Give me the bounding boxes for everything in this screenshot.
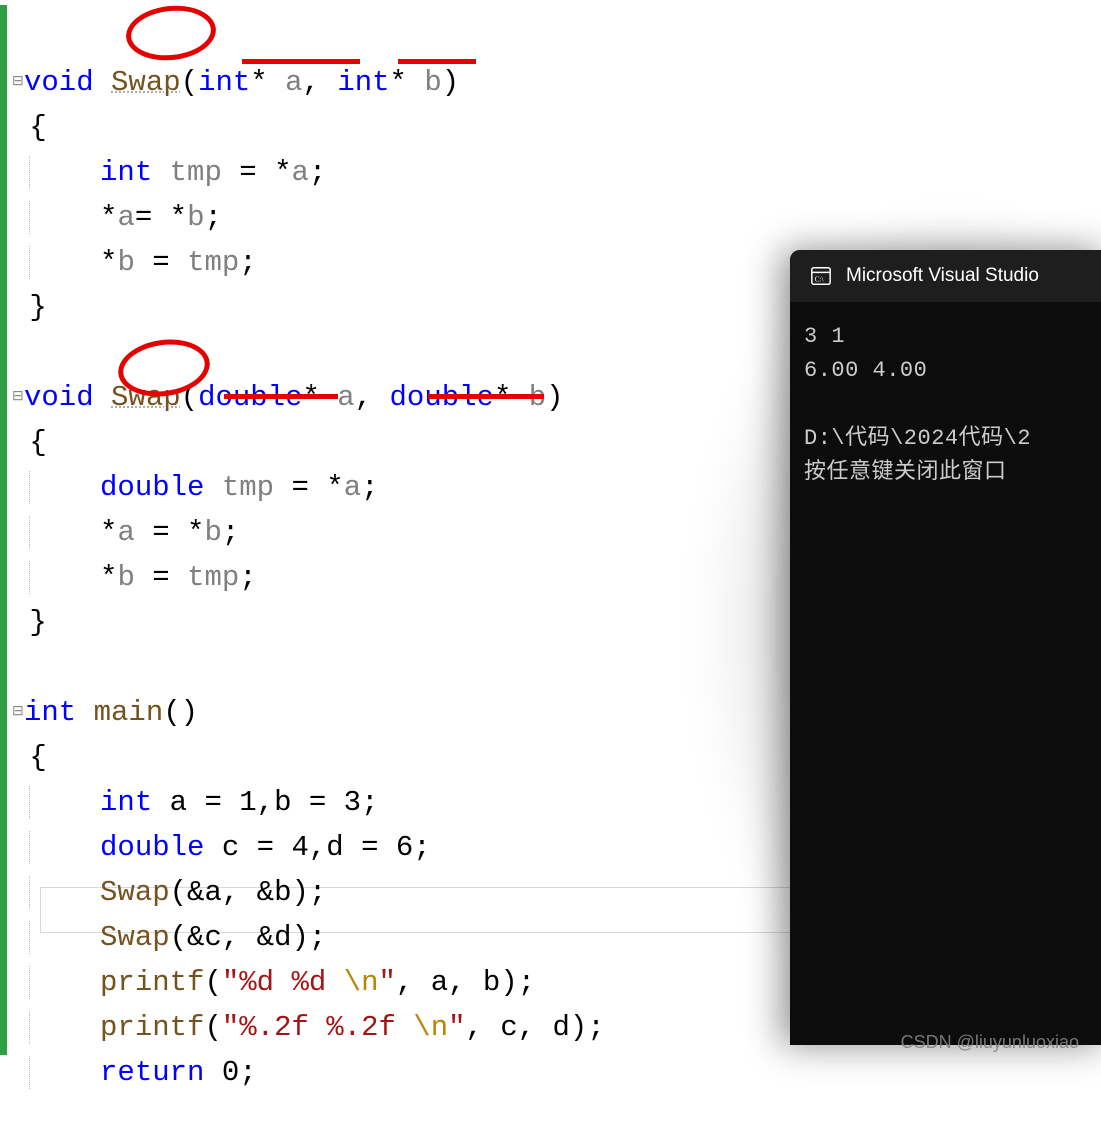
terminal-icon: C:\	[810, 265, 832, 287]
output-line: 3 1	[804, 324, 845, 349]
function-name-swap1: Swap	[111, 66, 181, 99]
change-indicator-bar	[0, 5, 7, 1055]
annotation-underline	[242, 59, 360, 64]
terminal-output[interactable]: 3 1 6.00 4.00 D:\代码\2024代码\2 按任意键关闭此窗口	[790, 302, 1101, 502]
annotation-underline	[224, 394, 338, 399]
annotation-underline	[428, 394, 544, 399]
brace-close: }	[29, 606, 46, 639]
terminal-titlebar[interactable]: C:\ Microsoft Visual Studio	[790, 250, 1101, 302]
type-int: int	[198, 66, 250, 99]
watermark-text: CSDN @liuyunluoxiao	[901, 1032, 1079, 1053]
annotation-underline	[398, 59, 476, 64]
keyword-void: void	[24, 381, 94, 414]
output-line: 6.00 4.00	[804, 358, 927, 383]
terminal-window[interactable]: C:\ Microsoft Visual Studio 3 1 6.00 4.0…	[790, 250, 1101, 1045]
keyword-void: void	[24, 66, 94, 99]
keyword-int: int	[24, 696, 76, 729]
fold-icon[interactable]: ⊟	[12, 60, 24, 105]
output-path: D:\代码\2024代码\2	[804, 426, 1031, 451]
code-content: ⊟void Swap(int* a, int* b) { int tmp = *…	[12, 15, 605, 1140]
svg-text:C:\: C:\	[815, 275, 825, 284]
brace-open: {	[29, 741, 46, 774]
fold-icon[interactable]: ⊟	[12, 690, 24, 735]
type-int: int	[337, 66, 389, 99]
brace-close: }	[29, 291, 46, 324]
output-prompt: 按任意键关闭此窗口	[804, 460, 1007, 485]
brace-open: {	[29, 426, 46, 459]
fold-icon[interactable]: ⊟	[12, 375, 24, 420]
function-name-main: main	[94, 696, 164, 729]
brace-open: {	[29, 111, 46, 144]
terminal-title: Microsoft Visual Studio	[846, 265, 1039, 287]
